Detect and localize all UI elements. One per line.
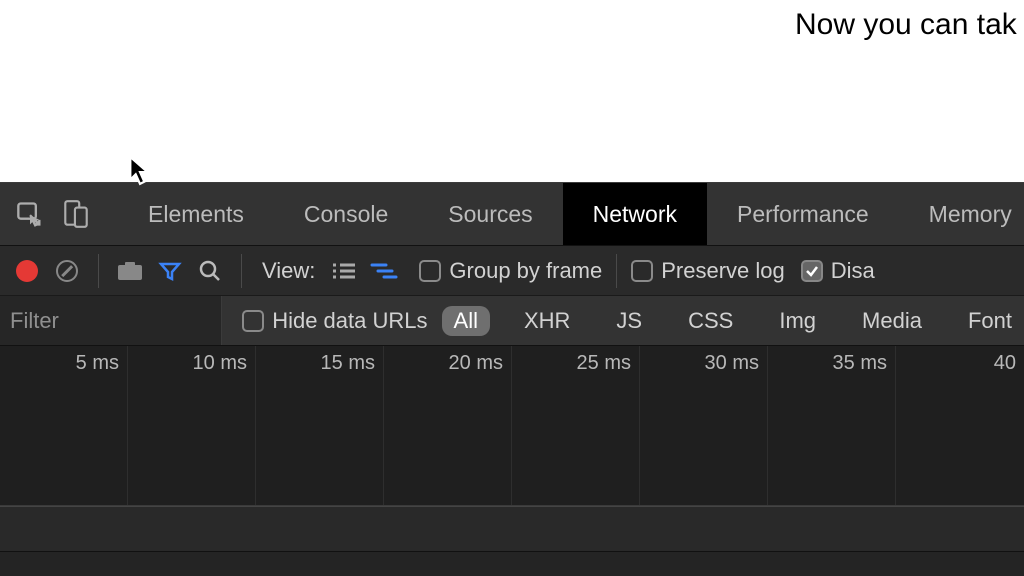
requests-table-header — [0, 506, 1024, 552]
checkbox-checked-icon — [801, 260, 823, 282]
disable-cache-option[interactable]: Disa — [801, 258, 875, 284]
view-label: View: — [262, 258, 315, 284]
tab-sources[interactable]: Sources — [418, 183, 562, 245]
tab-console[interactable]: Console — [274, 183, 418, 245]
view-list-icon[interactable] — [327, 254, 361, 288]
tab-label: Performance — [737, 201, 869, 228]
network-toolbar: View: Group by frame Preserve log Disa — [0, 246, 1024, 296]
tab-label: Network — [593, 201, 677, 228]
request-type-filters: All XHR JS CSS Img Media Font — [442, 306, 1024, 336]
tab-label: Memory — [929, 201, 1012, 228]
record-button[interactable] — [10, 254, 44, 288]
timeline-tick: 20 ms — [384, 352, 511, 375]
hide-data-urls-option[interactable]: Hide data URLs — [242, 308, 427, 334]
tab-label: Console — [304, 201, 388, 228]
filter-type-img[interactable]: Img — [767, 306, 828, 336]
preserve-log-option[interactable]: Preserve log — [631, 258, 785, 284]
view-waterfall-icon[interactable] — [367, 254, 401, 288]
timeline-tick: 25 ms — [512, 352, 639, 375]
tab-performance[interactable]: Performance — [707, 183, 899, 245]
checkbox-icon — [419, 260, 441, 282]
filter-type-js[interactable]: JS — [604, 306, 654, 336]
filter-type-media[interactable]: Media — [850, 306, 934, 336]
filter-type-xhr[interactable]: XHR — [512, 306, 582, 336]
option-label: Preserve log — [661, 258, 785, 284]
timeline-tick: 30 ms — [640, 352, 767, 375]
option-label: Hide data URLs — [272, 308, 427, 334]
tab-label: Elements — [148, 201, 244, 228]
timeline-tick: 40 — [896, 352, 1024, 375]
divider — [616, 254, 617, 288]
devtools-tabstrip: Elements Console Sources Network Perform… — [0, 182, 1024, 246]
filter-icon[interactable] — [153, 254, 187, 288]
tab-network[interactable]: Network — [563, 183, 707, 245]
devtools-tabs: Elements Console Sources Network Perform… — [118, 183, 1024, 245]
timeline-tick: 15 ms — [256, 352, 383, 375]
page-viewport: Now you can tak — [0, 0, 1024, 182]
checkbox-icon — [242, 310, 264, 332]
filter-placeholder: Filter — [10, 308, 59, 334]
timeline-tick: 35 ms — [768, 352, 895, 375]
tab-label: Sources — [448, 201, 532, 228]
requests-table-body — [0, 552, 1024, 576]
option-label: Disa — [831, 258, 875, 284]
network-filterbar: Filter Hide data URLs All XHR JS CSS Img… — [0, 296, 1024, 346]
filter-input[interactable]: Filter — [0, 296, 222, 345]
tab-elements[interactable]: Elements — [118, 183, 274, 245]
divider — [241, 254, 242, 288]
clear-button[interactable] — [50, 254, 84, 288]
devtools-panel: Elements Console Sources Network Perform… — [0, 182, 1024, 576]
page-headline: Now you can tak — [795, 8, 1017, 42]
timeline-tick: 10 ms — [128, 352, 255, 375]
filter-type-css[interactable]: CSS — [676, 306, 745, 336]
group-by-frame-option[interactable]: Group by frame — [419, 258, 602, 284]
network-timeline[interactable]: 5 ms 10 ms 15 ms 20 ms 25 ms 30 ms 35 ms… — [0, 346, 1024, 506]
checkbox-icon — [631, 260, 653, 282]
divider — [98, 254, 99, 288]
capture-screenshots-icon[interactable] — [113, 254, 147, 288]
filter-type-all[interactable]: All — [442, 306, 490, 336]
filter-type-font[interactable]: Font — [956, 306, 1024, 336]
inspect-element-icon[interactable] — [10, 194, 50, 234]
option-label: Group by frame — [449, 258, 602, 284]
search-icon[interactable] — [193, 254, 227, 288]
tab-memory[interactable]: Memory — [899, 183, 1024, 245]
device-toolbar-icon[interactable] — [56, 194, 96, 234]
timeline-tick: 5 ms — [0, 352, 127, 375]
